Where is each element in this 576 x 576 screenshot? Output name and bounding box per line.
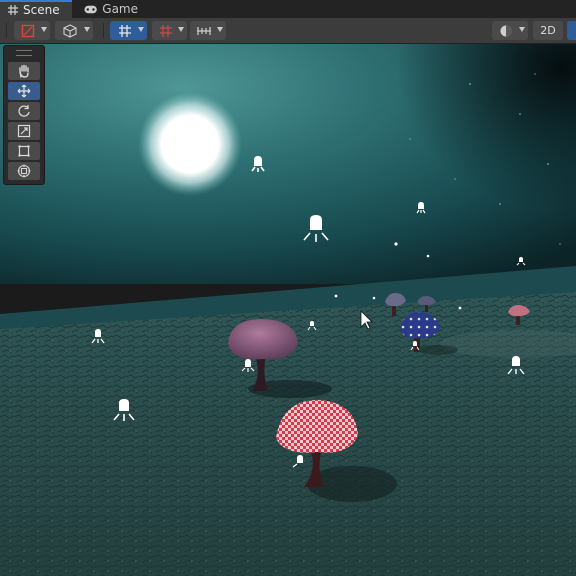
hand-tool[interactable] — [8, 62, 40, 80]
grid-snapping-dropdown[interactable] — [110, 21, 147, 40]
tab-scene[interactable]: Scene — [0, 0, 72, 18]
scale-icon — [17, 124, 31, 138]
toolbar-separator — [6, 23, 7, 38]
lighting-toggle-button[interactable] — [567, 21, 576, 40]
shading-icon — [21, 24, 35, 37]
ruler-icon — [197, 26, 211, 35]
rect-icon — [18, 145, 30, 157]
snap-increment-icon — [159, 24, 172, 37]
hand-icon — [19, 64, 29, 78]
scene-viewport[interactable] — [0, 44, 576, 576]
scale-tool[interactable] — [8, 122, 40, 140]
scene-render — [0, 44, 576, 576]
palette-drag-handle[interactable] — [16, 50, 32, 56]
draw-mode-dropdown[interactable] — [14, 21, 50, 40]
grid-icon — [8, 5, 18, 15]
render-mode-dropdown[interactable] — [492, 21, 528, 40]
sphere-icon — [500, 25, 512, 36]
tab-game-label: Game — [102, 2, 138, 16]
tab-game[interactable]: Game — [76, 0, 146, 18]
moon — [138, 92, 242, 196]
view-options-dropdown[interactable] — [55, 21, 93, 40]
rect-tool[interactable] — [8, 142, 40, 160]
scene-visibility-dropdown[interactable] — [190, 21, 226, 40]
editor-tab-bar: Scene Game — [0, 0, 576, 18]
transform-icon — [17, 164, 31, 178]
move-icon — [17, 84, 31, 98]
scene-tool-palette — [3, 45, 45, 185]
toolbar-separator — [103, 23, 104, 38]
cube-icon — [63, 23, 77, 38]
scene-toolbar: 2D — [0, 18, 576, 44]
rotate-icon — [18, 105, 30, 117]
transform-tool[interactable] — [8, 162, 40, 180]
increment-snap-dropdown[interactable] — [152, 21, 187, 40]
gamepad-icon — [84, 5, 97, 13]
move-tool[interactable] — [8, 82, 40, 100]
tab-scene-label: Scene — [23, 3, 60, 17]
toggle-2d-label: 2D — [540, 24, 556, 37]
rotate-tool[interactable] — [8, 102, 40, 120]
grid-snap-icon — [118, 24, 131, 37]
toggle-2d-button[interactable]: 2D — [533, 21, 563, 40]
